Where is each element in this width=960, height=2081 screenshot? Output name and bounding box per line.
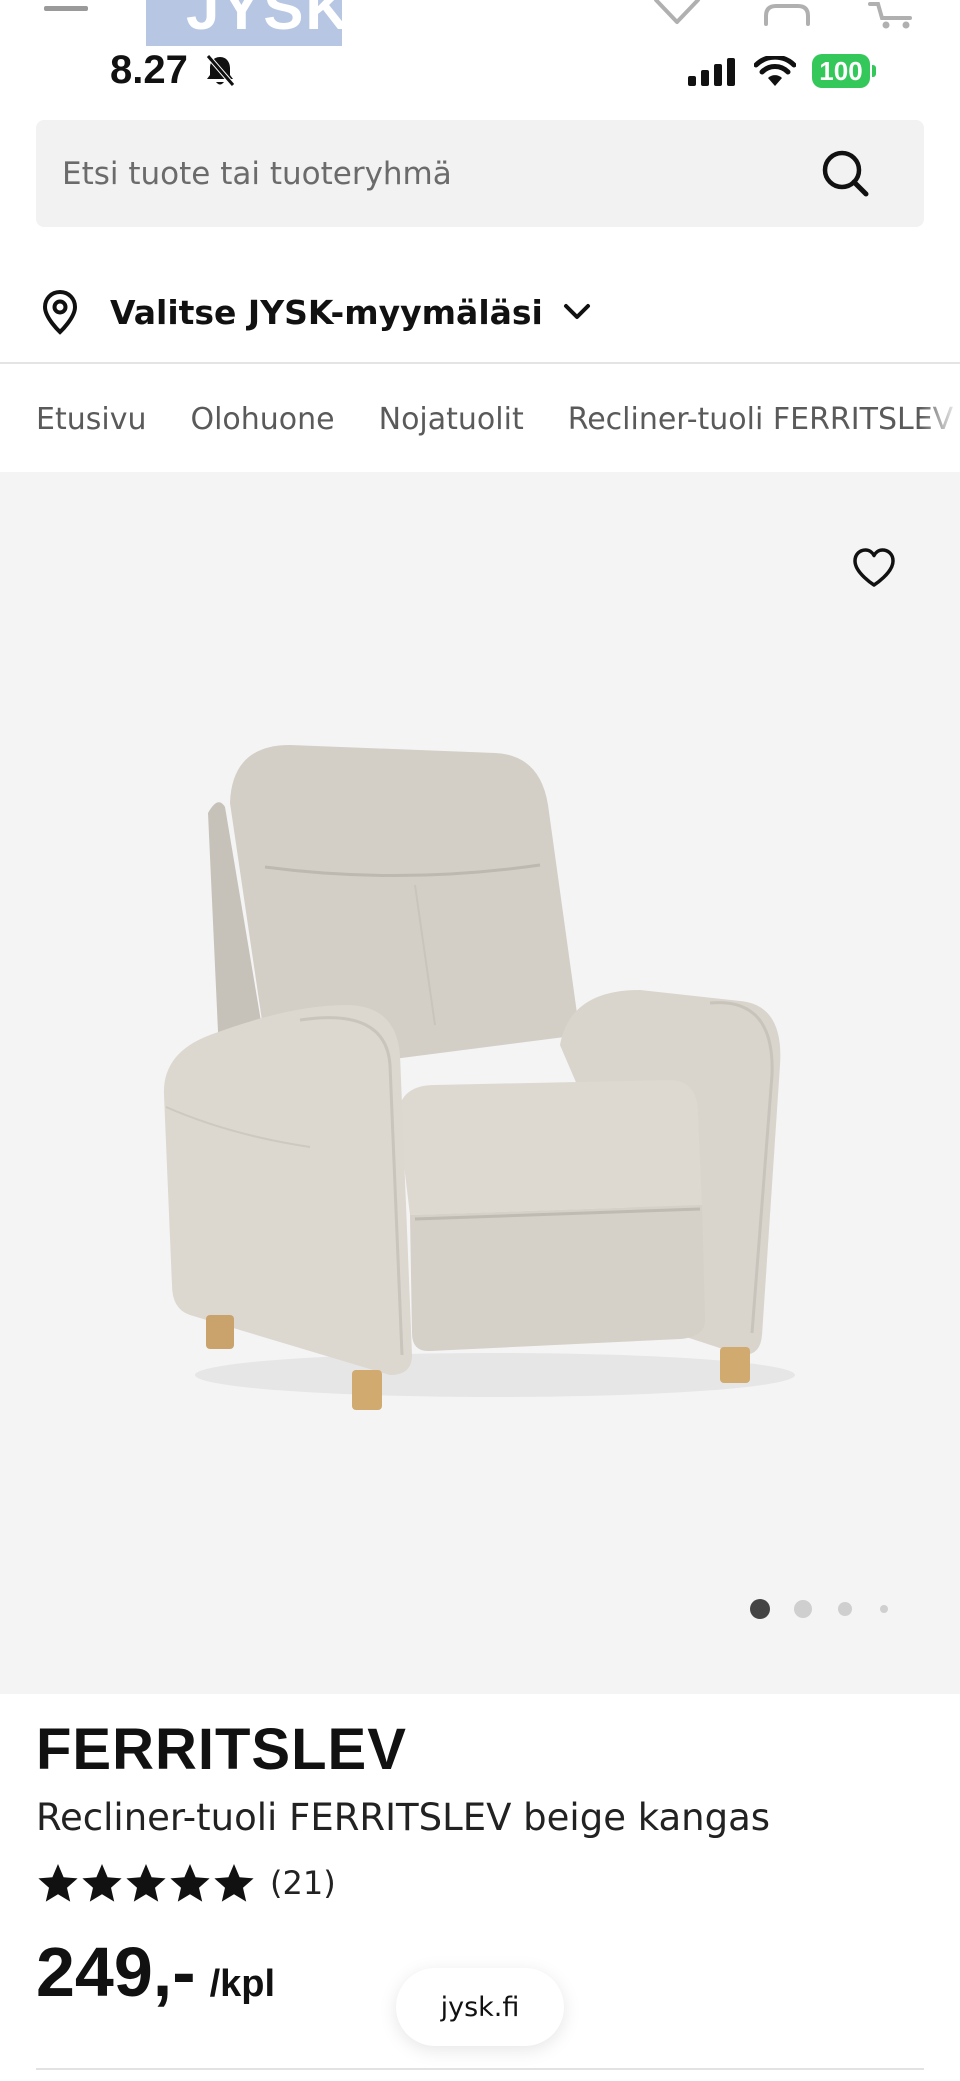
breadcrumb-item-armchairs[interactable]: Nojatuolit: [379, 402, 524, 437]
price-value: 249,-: [36, 1933, 196, 2011]
location-pin-icon: [42, 289, 78, 335]
divider: [36, 2068, 924, 2070]
add-to-wishlist-button[interactable]: [846, 540, 902, 596]
gallery-dot[interactable]: [794, 1600, 812, 1618]
search-input[interactable]: [62, 120, 822, 227]
product-rating[interactable]: (21): [36, 1862, 336, 1904]
browser-url-pill[interactable]: jysk.fi: [396, 1968, 564, 2046]
search-bar: [36, 120, 924, 227]
jysk-logo[interactable]: JYSK: [146, 0, 342, 46]
site-header: JYSK: [0, 0, 960, 46]
browser-url: jysk.fi: [440, 1991, 520, 2023]
cellular-signal-icon: [688, 58, 735, 86]
account-icon[interactable]: [762, 0, 812, 26]
star-icon: [214, 1864, 254, 1902]
store-selector-label: Valitse JYSK-myymäläsi: [110, 292, 543, 332]
star-icon: [126, 1864, 166, 1902]
star-icon: [170, 1864, 210, 1902]
divider: [0, 362, 960, 364]
menu-icon[interactable]: [44, 6, 88, 24]
battery-level: 100: [812, 54, 870, 88]
logo-text: JYSK: [186, 0, 342, 42]
star-icon: [82, 1864, 122, 1902]
breadcrumb-item-living-room[interactable]: Olohuone: [190, 402, 334, 437]
price-unit: /kpl: [209, 1963, 276, 2005]
gallery-pagination: [750, 1598, 888, 1620]
status-time: 8.27: [110, 48, 188, 92]
store-selector[interactable]: Valitse JYSK-myymäläsi: [36, 282, 591, 342]
product-image-recliner-chair: [163, 745, 795, 1410]
rating-count: (21): [270, 1864, 336, 1902]
chevron-down-icon: [563, 304, 590, 319]
product-brand: FERRITSLEV: [36, 1717, 407, 1782]
wifi-icon: [754, 56, 796, 86]
search-icon[interactable]: [820, 148, 872, 200]
wishlist-icon[interactable]: [652, 0, 702, 26]
product-price: 249,- /kpl: [36, 1932, 275, 2012]
star-icon: [38, 1864, 78, 1902]
breadcrumb: Etusivu Olohuone Nojatuolit Recliner-tuo…: [36, 394, 960, 444]
gallery-dot[interactable]: [838, 1602, 852, 1616]
cart-icon[interactable]: [868, 0, 918, 30]
breadcrumb-item-home[interactable]: Etusivu: [36, 402, 146, 437]
product-name: Recliner-tuoli FERRITSLEV beige kangas: [36, 1796, 771, 1839]
muted-bell-icon: [206, 54, 235, 87]
gallery-dot-active[interactable]: [750, 1599, 770, 1619]
gallery-dot[interactable]: [880, 1605, 888, 1613]
heart-icon: [853, 548, 895, 587]
battery-indicator: 100: [812, 54, 876, 88]
breadcrumb-item-current: Recliner-tuoli FERRITSLEV b: [567, 401, 960, 437]
